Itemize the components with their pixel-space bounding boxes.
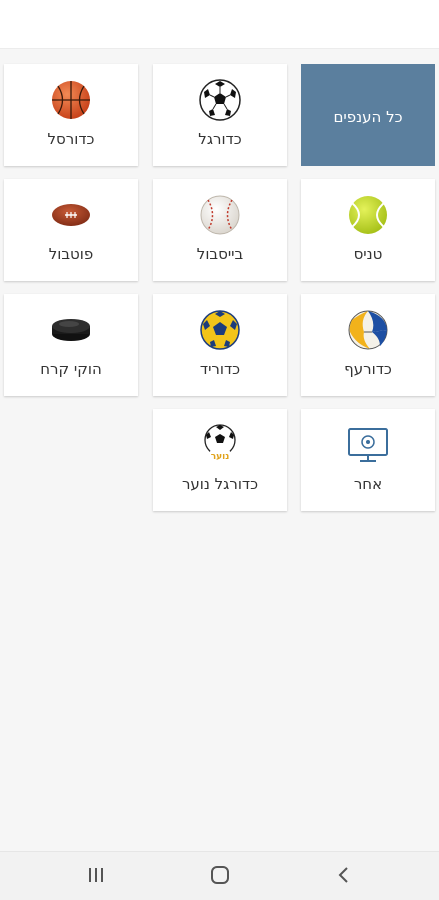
- back-button[interactable]: [314, 852, 374, 900]
- hockey-puck-icon: [49, 308, 93, 352]
- recents-icon: [86, 866, 106, 888]
- tennis-ball-icon: [346, 193, 390, 237]
- category-label: פוטבול: [48, 245, 94, 263]
- category-tile-volleyball[interactable]: כדורעף: [301, 294, 435, 396]
- category-label: אחר: [353, 475, 383, 493]
- category-label: כדורסל: [47, 130, 95, 148]
- back-icon: [336, 865, 352, 889]
- category-label: כל הענפים: [333, 108, 403, 126]
- category-tile-tennis[interactable]: טניס: [301, 179, 435, 281]
- category-tile-ice-hockey[interactable]: הוקי קרח: [4, 294, 138, 396]
- category-label: טניס: [353, 245, 383, 263]
- category-tile-football[interactable]: פוטבול: [4, 179, 138, 281]
- system-nav-bar: [0, 851, 439, 900]
- category-label: כדורגל: [198, 130, 242, 148]
- recents-button[interactable]: [66, 852, 126, 900]
- category-label: בייסבול: [196, 245, 244, 263]
- basketball-icon: [49, 78, 93, 122]
- youth-badge-text: נוער: [211, 452, 230, 462]
- tv-screen-icon: [346, 423, 390, 467]
- soccer-ball-icon: [198, 78, 242, 122]
- category-tile-basketball[interactable]: כדורסל: [4, 64, 138, 166]
- home-icon: [209, 864, 231, 890]
- handball-icon: [198, 308, 242, 352]
- volleyball-icon: [346, 308, 390, 352]
- category-grid: כל הענפים כדורגל כדורסל טניס בייסבול פוט…: [4, 64, 436, 524]
- screen: כל הענפים כדורגל כדורסל טניס בייסבול פוט…: [0, 0, 439, 900]
- category-label: כדורגל נוער: [181, 475, 259, 493]
- category-tile-youth-soccer[interactable]: נוער כדורגל נוער: [153, 409, 287, 511]
- top-bar: [0, 0, 439, 49]
- american-football-icon: [49, 193, 93, 237]
- category-tile-soccer[interactable]: כדורגל: [153, 64, 287, 166]
- category-tile-all[interactable]: כל הענפים: [301, 64, 435, 166]
- home-button[interactable]: [190, 852, 250, 900]
- baseball-icon: [198, 193, 242, 237]
- category-label: הוקי קרח: [40, 360, 102, 378]
- youth-soccer-icon: נוער: [198, 423, 242, 467]
- category-tile-handball[interactable]: כדוריד: [153, 294, 287, 396]
- category-label: כדוריד: [199, 360, 241, 378]
- category-tile-other[interactable]: אחר: [301, 409, 435, 511]
- category-label: כדורעף: [344, 360, 392, 378]
- category-tile-baseball[interactable]: בייסבול: [153, 179, 287, 281]
